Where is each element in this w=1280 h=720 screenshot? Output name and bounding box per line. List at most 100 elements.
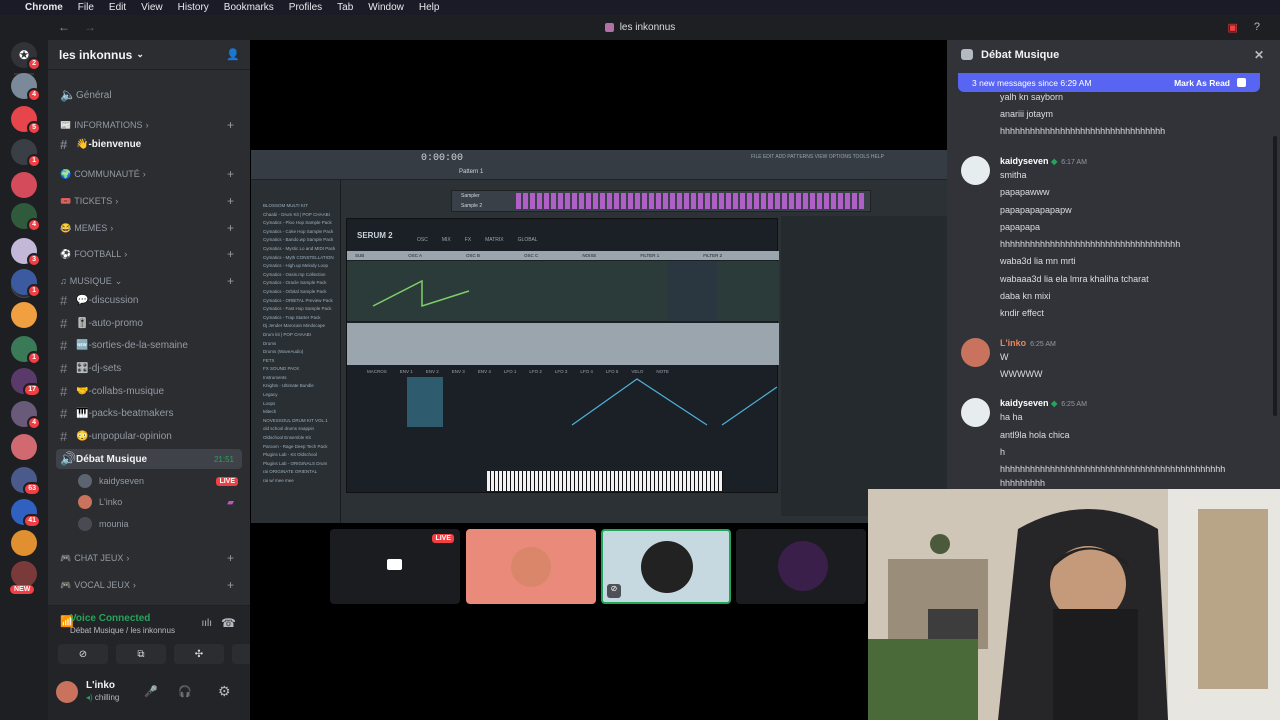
headphones-icon[interactable]: 🎧 [178,685,192,698]
category-informations[interactable]: 📰 INFORMATIONS › + [56,115,242,135]
browser-item[interactable]: Cymatics - Orbital Sample Pack [263,288,340,297]
channel-auto-promo[interactable]: # 🎚️-auto-promo [56,313,242,333]
menu-edit[interactable]: Edit [109,2,126,13]
voice-location[interactable]: Débat Musique / les inkonnus [40,626,175,635]
category-musique[interactable]: ♫ MUSIQUE ⌄ + [56,271,242,291]
mod-tab[interactable]: ENV 1 [400,369,413,374]
mod-tab[interactable]: LFO 5 [606,369,619,374]
browser-item[interactable]: FX SOUND PACK [263,365,340,374]
server-header[interactable]: les inkonnus ⌄ 👤 [48,40,250,70]
browser-item[interactable]: Cymatics - Oasis.mp Collection [263,271,340,280]
browser-item[interactable]: NOVESSOUL DRUM KIT VOL.1 [263,417,340,426]
voice-user[interactable]: kaidyseven LIVE [78,471,238,491]
mod-tab[interactable]: NOTE [656,369,669,374]
server-icon[interactable]: 1 [11,139,41,168]
voice-user[interactable]: L'inko ▰ [78,492,238,512]
browser-item[interactable]: Cymatics - Coke Hop Sample Pack [263,228,340,237]
browser-item[interactable]: Plugins Lab - ORIGINALS Drum [263,460,340,469]
channel-sorties[interactable]: # 🆕-sorties-de-la-semaine [56,335,242,355]
category-chat-jeux[interactable]: 🎮 CHAT JEUX › + [56,548,242,568]
server-icon[interactable]: 5 [11,106,41,135]
browser-item[interactable]: Cymatics - Mystic Lo and MIDI Pack [263,245,340,254]
category-tickets[interactable]: 🎟️ TICKETS › + [56,191,242,211]
mod-tab[interactable]: MACROS [367,369,387,374]
server-icon[interactable]: 1 [11,269,41,298]
rack-channel[interactable]: Sample 2 [461,203,482,209]
stream-tile-mounia[interactable] [736,529,866,604]
menu-file[interactable]: File [78,2,94,13]
channel-bienvenue[interactable]: # 👋-bienvenue [56,134,242,154]
message-author[interactable]: L'inko 6:25 AM [1000,338,1056,348]
user-avatar[interactable] [56,681,78,703]
module-label[interactable]: FILTER 2 [703,253,722,258]
browser-item[interactable]: Oldschool Ensemble Kit [263,434,340,443]
channel-dj-sets[interactable]: # 🎛️-dj-sets [56,358,242,378]
message-avatar[interactable] [961,156,990,185]
menu-history[interactable]: History [178,2,209,13]
menu-view[interactable]: View [141,2,163,13]
category-communaute[interactable]: 🌍 COMMUNAUTÉ › + [56,164,242,184]
module-label[interactable]: OSC B [466,253,480,258]
menu-bookmarks[interactable]: Bookmarks [224,2,274,13]
browser-item[interactable]: Knights - Ultimate Bundle [263,382,340,391]
module-label[interactable]: SUB [355,253,364,258]
message-avatar[interactable] [961,398,990,427]
screenshare-fl-studio[interactable]: 0:00:00 Pattern 1 FILE EDIT ADD PATTERNS… [251,150,947,523]
server-icon[interactable]: 3 [11,238,41,267]
browser-item[interactable]: Legacy [263,391,340,400]
browser-item[interactable]: FETX [263,357,340,366]
browser-item[interactable]: Dj Jender Marocain Mindscape [263,322,340,331]
chat-scrollbar[interactable] [1273,136,1277,416]
category-memes[interactable]: 😂 MEMES › + [56,218,242,238]
add-channel-icon[interactable]: + [227,274,234,288]
browser-item[interactable]: old school drums snappin [263,425,340,434]
add-channel-icon[interactable]: + [227,551,234,565]
noise-suppression-icon[interactable]: ıılı [201,618,212,629]
channel-unpopular[interactable]: # 😳-unpopular-opinion [56,426,242,446]
server-icon[interactable]: 63 [11,467,41,496]
channel-general[interactable]: 🔈 Général [56,85,242,105]
add-user-icon[interactable]: 👤 [226,48,240,61]
server-icon[interactable] [11,530,37,556]
browser-item[interactable]: rai w/ mee mee [263,477,340,486]
mod-tab[interactable]: LFO 4 [580,369,593,374]
mod-tab[interactable]: ENV 2 [426,369,439,374]
server-icon[interactable]: 4 [11,401,41,430]
add-channel-icon[interactable]: + [227,194,234,208]
browser-item[interactable]: Chaabi - Drum Kit | POP CHAABI [263,211,340,220]
discord-home-icon[interactable]: ✪ 2 [11,42,41,71]
browser-item[interactable]: Loops [263,400,340,409]
server-icon[interactable] [11,172,37,198]
channel-collabs[interactable]: # 🤝-collabs-musique [56,381,242,401]
message-author[interactable]: kaidyseven ◆ 6:17 AM [1000,156,1087,166]
message-author[interactable]: kaidyseven ◆ 6:25 AM [1000,398,1087,408]
stream-tile-screenshare[interactable]: LIVE [330,529,460,604]
server-icon[interactable]: 17 [11,368,41,397]
menu-help[interactable]: Help [419,2,440,13]
browser-item[interactable]: Drum kit | POP CHAABI [263,331,340,340]
server-icon[interactable] [11,434,37,460]
mod-tab[interactable]: ENV 3 [452,369,465,374]
browser-item[interactable]: Cymatics - Trap Starter Pack [263,314,340,323]
mod-tab[interactable]: LFO 1 [504,369,517,374]
browser-item[interactable]: Drums (WaveAudio) [263,348,340,357]
close-icon[interactable]: ✕ [1254,48,1264,62]
browser-item[interactable]: Mitech [263,408,340,417]
server-icon[interactable]: 1 [11,336,41,365]
serum-tab[interactable]: MATRIX [485,237,504,243]
server-icon[interactable]: 4 [11,203,41,232]
share-screen-button[interactable]: ⧉ [116,644,166,664]
settings-gear-icon[interactable]: ⚙ [218,683,231,700]
browser-item[interactable]: Cymatics - High.up Melody Loop [263,262,340,271]
activities-button[interactable]: ✣ [174,644,224,664]
mod-tab[interactable]: LFO 2 [529,369,542,374]
forward-arrow-icon[interactable]: → [84,20,96,34]
menu-app-chrome[interactable]: Chrome [25,2,63,13]
serum-plugin[interactable]: SERUM 2 OSC MIX FX MATRIX GLOBAL SUB OSC A OSC… [346,218,779,493]
menu-window[interactable]: Window [368,2,404,13]
serum-tab[interactable]: OSC [417,237,428,243]
module-label[interactable]: FILTER 1 [640,253,659,258]
module-label[interactable]: NOISE [582,253,596,258]
category-football[interactable]: ⚽ FOOTBALL › + [56,244,242,264]
keyboard[interactable] [487,471,723,491]
